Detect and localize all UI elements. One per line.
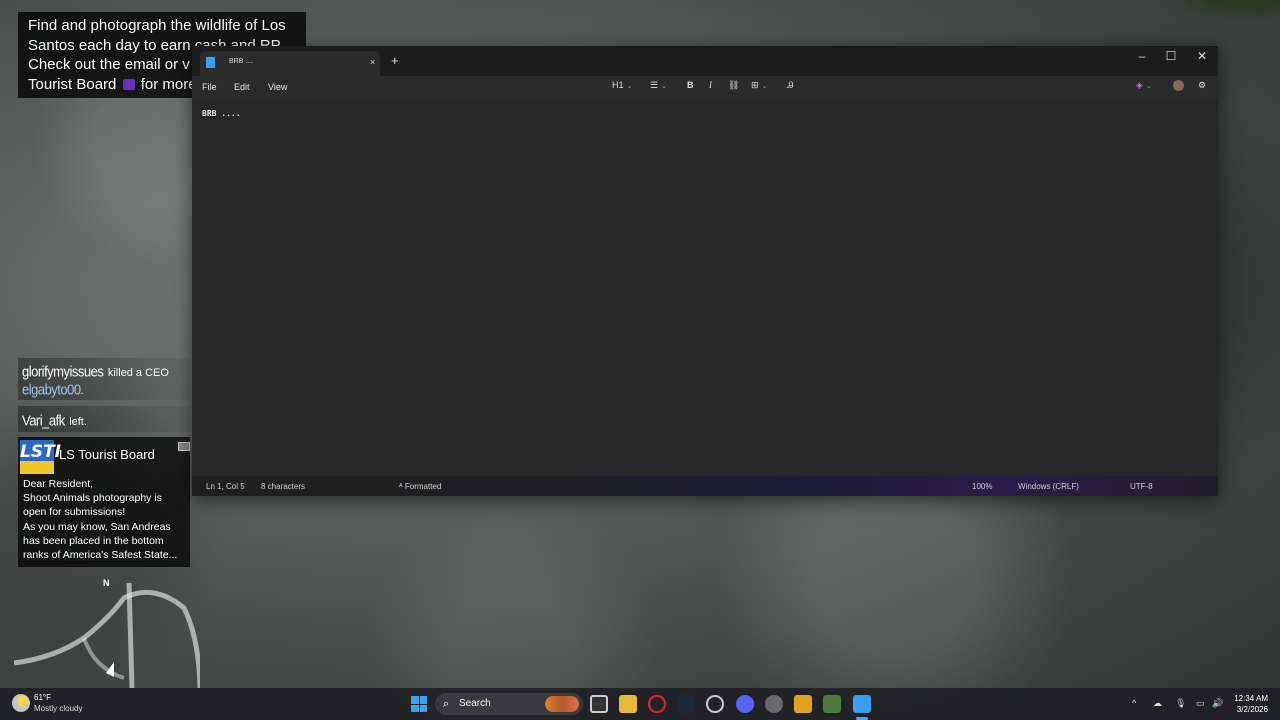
copilot-icon[interactable]: ◈ ⌄ — [1136, 80, 1152, 91]
volume-icon[interactable]: 🔊 — [1212, 698, 1223, 709]
feed-action: . — [80, 385, 84, 397]
feed-item: elgabyto00. — [22, 381, 84, 399]
chevron-down-icon: ⌄ — [1145, 83, 1152, 90]
editor-content[interactable]: BRB .... — [202, 109, 241, 118]
markdown-icon: ᴬ — [399, 482, 403, 491]
gta-icon[interactable] — [823, 695, 841, 713]
mail-icon — [178, 442, 190, 451]
document-tab[interactable]: BRB .... × — [200, 51, 380, 76]
heading-dropdown[interactable]: H1 ⌄ — [612, 80, 632, 90]
line-ending[interactable]: Windows (CRLF) — [1018, 482, 1079, 491]
feed-item: glorifymyissues killed a CEO — [22, 363, 169, 381]
lsti-logo: LSTI — [20, 440, 61, 474]
weather-desc[interactable]: Mostly cloudy — [34, 704, 82, 713]
gear-icon[interactable]: ⚙ — [1198, 80, 1206, 91]
list-dropdown[interactable]: ☰ ⌄ — [650, 80, 667, 91]
table-icon: ⊞ — [751, 80, 759, 90]
rockstar-icon[interactable] — [794, 695, 812, 713]
table-dropdown[interactable]: ⊞ ⌄ — [751, 80, 767, 91]
zoom-level[interactable]: 100% — [972, 482, 992, 491]
weather-temp[interactable]: 61°F — [34, 693, 51, 702]
chevron-down-icon: ⌄ — [761, 83, 768, 90]
file-explorer-icon[interactable] — [619, 695, 637, 713]
weather-icon[interactable] — [12, 694, 30, 712]
menu-view[interactable]: View — [268, 82, 287, 92]
app-icon[interactable] — [706, 695, 724, 713]
settings-icon[interactable] — [765, 695, 783, 713]
title-bar[interactable]: BRB .... × + – ☐ ✕ — [192, 46, 1218, 76]
chevron-down-icon: ⌄ — [661, 83, 667, 90]
microphone-icon[interactable]: 🎙 — [1175, 698, 1186, 709]
tourist-board-notification: LSTI LS Tourist Board Dear Resident, Sho… — [18, 437, 190, 567]
feed-item: Vari_afk left. — [22, 412, 87, 430]
bold-button[interactable]: B — [687, 80, 694, 90]
new-tab-button[interactable]: + — [391, 53, 399, 68]
menu-file[interactable]: File — [202, 82, 217, 92]
format-mode-label: Formatted — [404, 482, 442, 491]
minimap: N — [13, 578, 203, 689]
network-icon[interactable]: ▭ — [1196, 698, 1205, 709]
status-bar: Ln 1, Col 5 8 characters ᴬ Formatted 100… — [192, 476, 1218, 496]
search-highlight-icon — [545, 696, 579, 712]
notepad-window: BRB .... × + – ☐ ✕ File Edit View H1 ⌄ ☰ ⌄… — [192, 46, 1218, 496]
task-view-icon[interactable] — [590, 695, 608, 713]
opera-icon[interactable] — [648, 695, 666, 713]
feed-player: Vari_afk — [22, 411, 65, 430]
minimize-button[interactable]: – — [1132, 49, 1152, 63]
for-more-label: for more — [140, 75, 197, 93]
encoding[interactable]: UTF-8 — [1130, 482, 1153, 491]
taskbar: 61°F Mostly cloudy ⌕ Search ^ ☁ 🎙 ▭ 🔊 12… — [0, 688, 1280, 720]
feed-player: glorifymyissues — [22, 362, 104, 381]
heading-label: H1 — [612, 80, 624, 90]
italic-button[interactable]: I — [709, 80, 712, 90]
search-icon: ⌕ — [443, 698, 450, 710]
chevron-down-icon: ⌄ — [626, 83, 633, 90]
notepad-taskbar-icon[interactable] — [853, 695, 871, 713]
notification-body: Dear Resident, Shoot Animals photography… — [23, 478, 178, 562]
notification-sender: LS Tourist Board — [59, 447, 155, 462]
discord-icon[interactable] — [736, 695, 754, 713]
north-label: N — [103, 578, 110, 588]
steam-icon[interactable] — [677, 695, 695, 713]
maximize-button[interactable]: ☐ — [1161, 49, 1181, 63]
close-button[interactable]: ✕ — [1192, 49, 1212, 63]
clock-time: 12:34 AM — [1234, 694, 1268, 703]
feed-player: elgabyto00 — [22, 380, 81, 399]
onedrive-icon[interactable]: ☁ — [1153, 698, 1162, 709]
character-count: 8 characters — [261, 482, 306, 491]
mission-line-1: Find and photograph the wildlife of Los — [28, 17, 286, 34]
search-box[interactable]: ⌕ Search — [435, 693, 583, 715]
menu-edit[interactable]: Edit — [234, 82, 250, 92]
clear-formatting-icon[interactable]: Ꭿ — [787, 80, 794, 91]
calendar-icon — [122, 78, 135, 90]
list-icon: ☰ — [650, 80, 659, 90]
notepad-icon — [206, 57, 215, 68]
link-icon[interactable]: ⛓ — [728, 80, 739, 91]
cursor-position: Ln 1, Col 5 — [206, 482, 245, 491]
start-button[interactable] — [411, 696, 427, 712]
tab-title: BRB .... — [229, 58, 254, 65]
tourist-board-label: Tourist Board — [28, 75, 117, 93]
text-editor[interactable]: BRB .... — [192, 100, 1218, 476]
search-label: Search — [459, 698, 491, 709]
close-tab-icon[interactable]: × — [370, 57, 375, 67]
clock[interactable]: 12:34 AM 3/2/2026 — [1234, 693, 1268, 715]
minimap-roads — [13, 582, 203, 689]
feed-action: killed a CEO — [107, 367, 169, 379]
avatar[interactable] — [1173, 80, 1184, 93]
feed-action: left. — [69, 416, 87, 428]
format-mode[interactable]: ᴬ Formatted — [399, 482, 441, 491]
tree-foliage — [1130, 0, 1280, 30]
chevron-up-icon[interactable]: ^ — [1132, 698, 1136, 708]
menu-bar: File Edit View H1 ⌄ ☰ ⌄ B I ⛓ ⊞ ⌄ Ꭿ ◈ ⌄ ⚙ — [192, 76, 1218, 100]
clock-date: 3/2/2026 — [1236, 705, 1268, 714]
